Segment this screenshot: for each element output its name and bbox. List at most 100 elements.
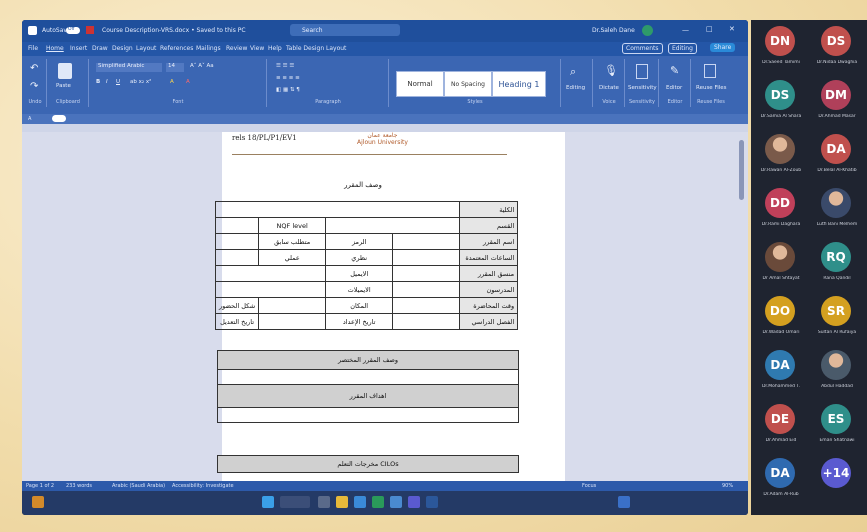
- participant-tile[interactable]: DM Dr.Ahmad Masar: [809, 74, 863, 128]
- teams-icon[interactable]: [408, 496, 420, 508]
- editing-button-label[interactable]: Editing: [566, 85, 585, 91]
- strikethrough-icon[interactable]: ab x₂ x²: [130, 79, 151, 85]
- participant-tile[interactable]: DD Dr.Rami Daghara: [753, 182, 807, 236]
- tab-review[interactable]: Review: [226, 45, 247, 52]
- accessibility-status[interactable]: Accessibility: Investigate: [172, 483, 234, 489]
- objectives-cell[interactable]: [217, 407, 519, 423]
- editor-label[interactable]: Editor: [666, 85, 682, 91]
- find-icon[interactable]: ⌕: [570, 65, 576, 79]
- underline-icon[interactable]: U: [116, 79, 120, 85]
- tab-insert[interactable]: Insert: [70, 45, 87, 52]
- search-input[interactable]: Search: [302, 27, 323, 34]
- table-cell[interactable]: [214, 265, 327, 282]
- redo-icon[interactable]: ↷: [30, 81, 38, 92]
- shading-icon[interactable]: ◧ ▦ ⇅ ¶: [276, 87, 300, 93]
- tab-file[interactable]: File: [28, 45, 38, 52]
- table-cell[interactable]: [392, 249, 461, 266]
- file-explorer-icon[interactable]: [336, 496, 348, 508]
- avatar[interactable]: [642, 25, 653, 36]
- edge-icon[interactable]: [354, 496, 366, 508]
- participant-tile[interactable]: +14: [809, 452, 863, 506]
- participant-tile[interactable]: Lutfi Bani Melhem: [809, 182, 863, 236]
- tab-view[interactable]: View: [250, 45, 264, 52]
- editing-mode-button[interactable]: Editing: [668, 43, 697, 54]
- participant-tile[interactable]: ES Eman Shatnawi: [809, 398, 863, 452]
- highlight-icon[interactable]: A: [170, 79, 174, 85]
- close-icon[interactable]: ✕: [729, 25, 735, 33]
- participant-tile[interactable]: DA Dr.Belal Al-Khatib: [809, 128, 863, 182]
- language-status[interactable]: Arabic (Saudi Arabia): [112, 483, 165, 489]
- participant-tile[interactable]: DO Dr.Wadad Omari: [753, 290, 807, 344]
- bold-icon[interactable]: B: [96, 79, 100, 85]
- table-cell[interactable]: [214, 233, 260, 250]
- word-taskbar-icon[interactable]: [426, 496, 438, 508]
- sensitivity-label[interactable]: Sensitivity: [628, 85, 657, 91]
- chrome-icon[interactable]: [372, 496, 384, 508]
- tab-mailings[interactable]: Mailings: [196, 45, 221, 52]
- font-color-icon[interactable]: A: [186, 79, 190, 85]
- taskbar-search[interactable]: [280, 496, 310, 508]
- participant-tile[interactable]: RQ Rana Qandil: [809, 236, 863, 290]
- participant-tile[interactable]: SR Sultan Al Rufaiya: [809, 290, 863, 344]
- qat-autosave-toggle[interactable]: [52, 115, 66, 122]
- table-cell[interactable]: [214, 217, 260, 234]
- task-view-icon[interactable]: [318, 496, 330, 508]
- dictate-label[interactable]: Dictate: [599, 85, 619, 91]
- participant-tile[interactable]: Dr.Rawan Al-Zoub: [753, 128, 807, 182]
- start-icon[interactable]: [262, 496, 274, 508]
- tab-design[interactable]: Design: [112, 45, 133, 52]
- participant-tile[interactable]: Dr Amal Shtayat: [753, 236, 807, 290]
- style-heading-1[interactable]: Heading 1: [492, 71, 546, 97]
- tab-draw[interactable]: Draw: [92, 45, 108, 52]
- participant-tile[interactable]: DE Dr.Ahmad Eid: [753, 398, 807, 452]
- table-cell[interactable]: [392, 265, 461, 282]
- table-cell[interactable]: [392, 313, 461, 330]
- undo-icon[interactable]: ↶: [30, 63, 38, 74]
- table-cell[interactable]: [325, 217, 461, 234]
- maximize-icon[interactable]: □: [706, 25, 713, 33]
- table-cell[interactable]: [258, 297, 327, 314]
- bullets-icon[interactable]: ☰ ☰ ☰: [276, 63, 294, 69]
- tab-layout[interactable]: Layout: [136, 45, 156, 52]
- store-icon[interactable]: [390, 496, 402, 508]
- table-cell[interactable]: [258, 313, 327, 330]
- italic-icon[interactable]: I: [106, 79, 108, 85]
- participant-tile[interactable]: Abdul Haddad: [809, 344, 863, 398]
- participant-tile[interactable]: DS Dr.Nidaa Dwaghia: [809, 20, 863, 74]
- table-cell[interactable]: [214, 249, 260, 266]
- participant-tile[interactable]: DN Dr.Saeed Tamimi: [753, 20, 807, 74]
- word-count[interactable]: 233 words: [66, 483, 92, 489]
- focus-button[interactable]: Focus: [582, 483, 596, 489]
- tab-table-layout[interactable]: Layout: [326, 45, 346, 52]
- table-cell[interactable]: [392, 233, 461, 250]
- minimize-icon[interactable]: —: [682, 26, 689, 34]
- font-name-select[interactable]: Simplified Arabic: [96, 63, 162, 72]
- reuse-files-icon[interactable]: [704, 64, 716, 78]
- style-no-spacing[interactable]: No Spacing: [444, 71, 492, 97]
- align-icon[interactable]: ≡ ≡ ≡ ≡: [276, 75, 300, 81]
- paste-label[interactable]: Paste: [56, 83, 71, 89]
- tab-help[interactable]: Help: [268, 45, 282, 52]
- course-sections-table[interactable]: وصف المقرر المختصر اهداف المقرر: [217, 350, 519, 423]
- table-cell[interactable]: [392, 297, 461, 314]
- editor-icon[interactable]: ✎: [670, 64, 679, 77]
- participant-tile[interactable]: DA Dr.Mohammed T.: [753, 344, 807, 398]
- table-cell[interactable]: [392, 281, 461, 298]
- comments-button[interactable]: Comments: [622, 43, 663, 54]
- table-cell[interactable]: [214, 281, 327, 298]
- user-name[interactable]: Dr.Saleh Dane: [592, 27, 635, 34]
- participant-tile[interactable]: DS Dr.Samia Al Shara: [753, 74, 807, 128]
- share-button[interactable]: Share: [710, 43, 736, 52]
- weather-icon[interactable]: [32, 496, 44, 508]
- reuse-files-label[interactable]: Reuse Files: [696, 85, 727, 91]
- course-info-table[interactable]: الكلية القسم NQF level اسم المقرر الرمز متط…: [214, 201, 519, 330]
- tab-references[interactable]: References: [160, 45, 193, 52]
- microphone-icon[interactable]: 🎙: [604, 64, 618, 77]
- clos-table[interactable]: مخرجات التعلم CILOs: [217, 455, 519, 473]
- tab-home[interactable]: Home: [46, 45, 64, 52]
- system-tray-icon[interactable]: [618, 496, 630, 508]
- short-description-cell[interactable]: [217, 369, 519, 385]
- zoom-level[interactable]: 90%: [722, 483, 733, 489]
- participant-tile[interactable]: DA Dr.Adam Al-Rub: [753, 452, 807, 506]
- table-cell[interactable]: [214, 201, 461, 218]
